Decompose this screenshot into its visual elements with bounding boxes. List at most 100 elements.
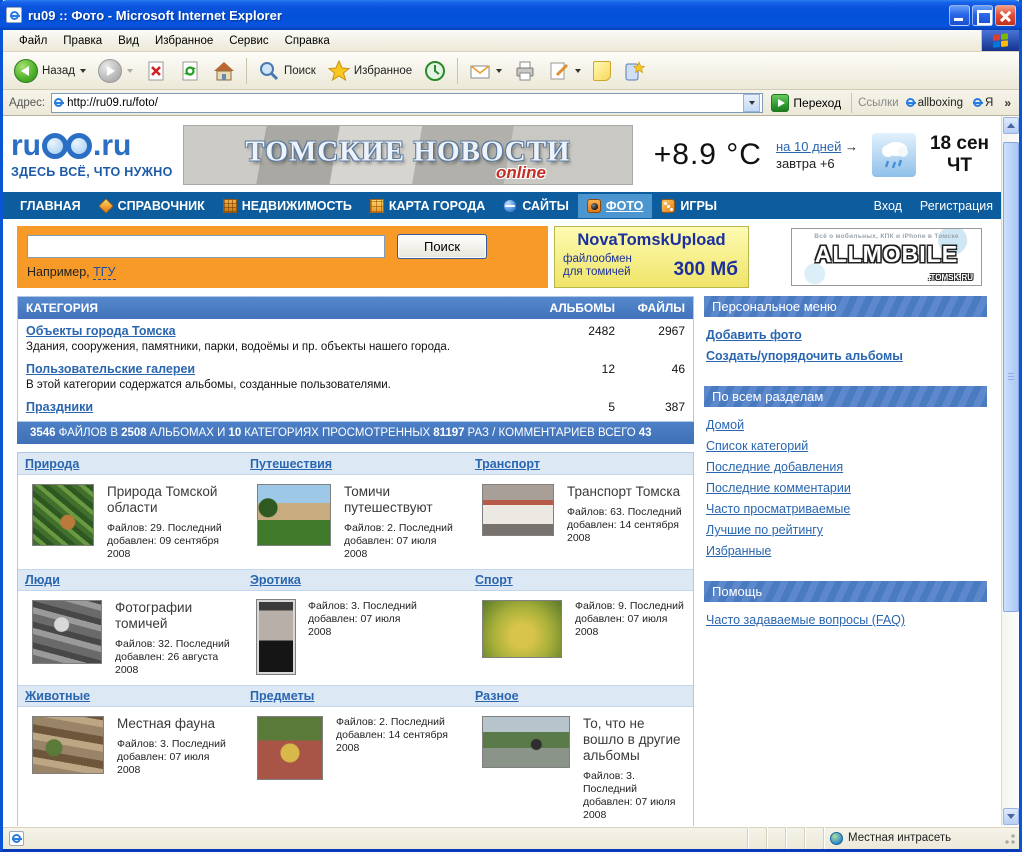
back-icon (14, 59, 38, 83)
menu-view[interactable]: Вид (110, 33, 147, 49)
links-bar-item-ya[interactable]: Я (970, 97, 996, 109)
album-thumbnail-nature[interactable] (32, 484, 94, 546)
notes-button[interactable] (588, 58, 616, 84)
category-link-objects[interactable]: Объекты города Томска (26, 324, 176, 338)
menu-file[interactable]: Файл (11, 33, 55, 49)
map-icon (370, 199, 384, 213)
refresh-button[interactable] (174, 57, 206, 85)
register-link[interactable]: Регистрация (920, 199, 993, 213)
site-logo[interactable]: ru .ru ЗДЕСЬ ВСЁ, ЧТО НУЖНО (11, 131, 173, 179)
menu-favorites[interactable]: Избранное (147, 33, 221, 49)
address-url[interactable]: http://ru09.ru/foto/ (67, 97, 739, 109)
menu-help[interactable]: Справка (277, 33, 338, 49)
album-category-link-objects[interactable]: Предметы (243, 689, 468, 703)
favorites-button[interactable]: Избранное (323, 57, 417, 85)
album-cell: Природа Томской области Файлов: 29. Посл… (18, 475, 243, 569)
nav-item-directory[interactable]: СПРАВОЧНИК (90, 194, 214, 218)
nav-item-main[interactable]: ГЛАВНАЯ (11, 194, 90, 218)
album-cell: Файлов: 9. Последний добавлен: 07 июля 2… (468, 591, 693, 685)
menu-edit[interactable]: Правка (55, 33, 110, 49)
minimize-button[interactable] (949, 5, 970, 26)
album-thumbnail-sport[interactable] (482, 600, 562, 658)
home-button[interactable] (208, 57, 240, 85)
notes-icon (593, 61, 611, 81)
links-overflow-chevron[interactable]: » (1000, 96, 1015, 110)
login-link[interactable]: Вход (874, 199, 902, 213)
sidebar-link-latest-additions[interactable]: Последние добавления (706, 457, 985, 478)
search-panel: Поиск Например, ТГУ (17, 226, 548, 288)
sidebar-link-most-viewed[interactable]: Часто просматриваемые (706, 499, 985, 520)
search-example-link[interactable]: ТГУ (93, 265, 115, 280)
album-category-link-nature[interactable]: Природа (18, 457, 243, 471)
address-dropdown[interactable] (743, 94, 760, 112)
browser-window: ru09 :: Фото - Microsoft Internet Explor… (0, 0, 1022, 852)
album-category-link-misc[interactable]: Разное (468, 689, 693, 703)
forward-button[interactable] (93, 56, 138, 86)
album-category-link-erotica[interactable]: Эротика (243, 573, 468, 587)
search-button-toolbar[interactable]: Поиск (253, 57, 321, 85)
resize-grip[interactable] (1003, 832, 1016, 845)
go-button[interactable]: Переход (767, 93, 845, 113)
edit-button[interactable] (543, 57, 586, 85)
nav-item-games[interactable]: ИГРЫ (652, 194, 726, 218)
sidebar-link-faq[interactable]: Часто задаваемые вопросы (FAQ) (706, 610, 985, 631)
album-category-link-travel[interactable]: Путешествия (243, 457, 468, 471)
album-thumbnail-people[interactable] (32, 600, 102, 664)
close-button[interactable] (995, 5, 1016, 26)
mail-button[interactable] (464, 57, 507, 85)
scroll-down-button[interactable] (1003, 808, 1019, 825)
status-pane (785, 827, 804, 849)
album-thumbnail-travel[interactable] (257, 484, 331, 546)
search-input[interactable] (27, 235, 385, 258)
category-link-user-galleries[interactable]: Пользовательские галереи (26, 362, 195, 376)
tomorrow-temp: завтра +6 (776, 156, 835, 171)
sidebar-link-latest-comments[interactable]: Последние комментарии (706, 478, 985, 499)
ad-novatomskupload[interactable]: NovaTomskUpload файлообмен для томичей 3… (554, 226, 749, 288)
album-thumbnail-animals[interactable] (32, 716, 104, 774)
sidebar-link-category-list[interactable]: Список категорий (706, 436, 985, 457)
nav-item-realty[interactable]: НЕДВИЖИМОСТЬ (214, 194, 361, 218)
nav-item-photo[interactable]: ФОТО (578, 194, 652, 218)
album-category-link-animals[interactable]: Животные (18, 689, 243, 703)
stop-button[interactable] (140, 57, 172, 85)
sidebar-link-home[interactable]: Домой (706, 415, 985, 436)
category-link-holidays[interactable]: Праздники (26, 400, 93, 414)
links-bar-item-allboxing[interactable]: allboxing (903, 97, 966, 109)
status-page-icon (9, 831, 24, 846)
category-table: КАТЕГОРИЯ АЛЬБОМЫ ФАЙЛЫ Объекты города Т… (17, 296, 694, 422)
album-category-link-people[interactable]: Люди (18, 573, 243, 587)
history-button[interactable] (419, 57, 451, 85)
album-thumbnail-objects[interactable] (257, 716, 323, 780)
forecast-link[interactable]: на 10 дней (776, 139, 841, 154)
ad-allmobile[interactable]: Всё о мобильных, КПК и iPhone в Томске A… (791, 228, 982, 286)
address-field[interactable]: http://ru09.ru/foto/ (51, 93, 763, 113)
sidebar-link-manage-albums[interactable]: Создать/упорядочить альбомы (706, 346, 985, 367)
mail-icon (469, 60, 491, 82)
maximize-button[interactable] (972, 5, 993, 26)
album-category-link-transport[interactable]: Транспорт (468, 457, 693, 471)
rain-cloud-icon (872, 133, 916, 177)
album-cell: Томичи путешествуют Файлов: 2. Последний… (243, 475, 468, 569)
table-row: Праздники 5 387 (18, 395, 693, 421)
album-category-link-sport[interactable]: Спорт (468, 573, 693, 587)
album-thumbnail-misc[interactable] (482, 716, 570, 768)
sidebar-link-top-rated[interactable]: Лучшие по рейтингу (706, 520, 985, 541)
menu-tools[interactable]: Сервис (221, 33, 276, 49)
nav-item-citymap[interactable]: КАРТА ГОРОДА (361, 194, 494, 218)
messenger-button[interactable] (618, 57, 650, 85)
scrollbar-thumb[interactable] (1003, 142, 1019, 612)
sidebar-link-add-photo[interactable]: Добавить фото (706, 325, 985, 346)
album-thumbnail-erotica[interactable] (257, 600, 295, 674)
star-icon (328, 60, 350, 82)
scroll-up-button[interactable] (1003, 117, 1019, 134)
album-thumbnail-transport[interactable] (482, 484, 554, 536)
sidebar-link-favorites[interactable]: Избранные (706, 541, 985, 562)
vertical-scrollbar[interactable] (1001, 116, 1019, 826)
toolbar: Назад (3, 52, 1019, 90)
search-submit-button[interactable]: Поиск (397, 234, 487, 259)
nav-item-sites[interactable]: САЙТЫ (494, 194, 578, 218)
back-button[interactable]: Назад (9, 56, 91, 86)
print-button[interactable] (509, 57, 541, 85)
history-icon (424, 60, 446, 82)
news-banner[interactable]: ТОМСКИЕ НОВОСТИ online (183, 125, 633, 185)
